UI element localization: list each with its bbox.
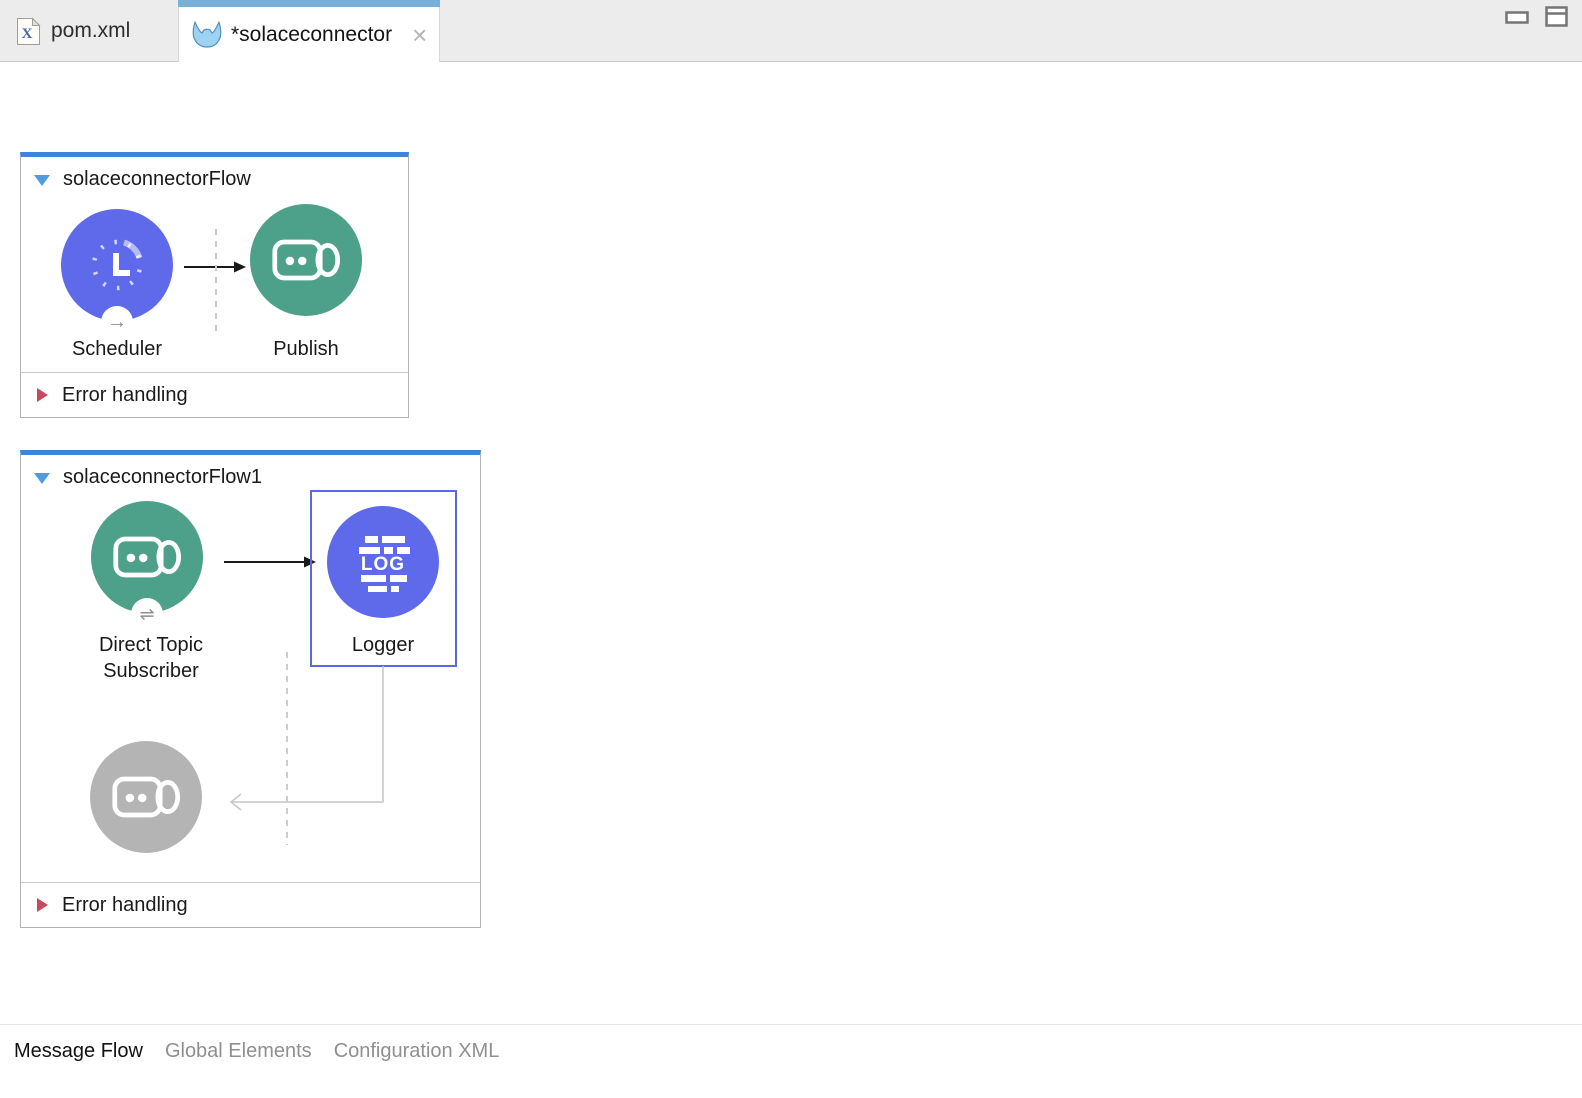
error-handling-row[interactable]: Error handling <box>21 372 408 417</box>
error-handling-label: Error handling <box>62 894 188 917</box>
node-label-scheduler: Scheduler <box>37 336 197 362</box>
source-badge: → <box>101 306 133 338</box>
active-tab-highlight <box>178 0 440 7</box>
flow-title: solaceconnectorFlow <box>63 168 251 191</box>
window-controls <box>1505 6 1568 27</box>
view-tabs-bar: Message Flow Global Elements Configurati… <box>0 1024 1582 1098</box>
flow-header: solaceconnectorFlow1 <box>21 455 480 489</box>
tab-message-flow[interactable]: Message Flow <box>14 1040 143 1098</box>
xml-file-icon: X <box>16 17 41 46</box>
anypoint-studio-editor: X pom.xml *solaceconnector × <box>0 0 1582 1098</box>
minimize-icon[interactable] <box>1505 11 1529 25</box>
tab-solaceconnector[interactable]: *solaceconnector × <box>178 0 440 63</box>
source-badge: ⇌ <box>131 598 163 630</box>
node-label-publish: Publish <box>226 336 386 362</box>
svg-text:X: X <box>22 26 33 42</box>
editor-tab-bar: X pom.xml *solaceconnector × <box>0 0 1582 62</box>
scheduler-clock-icon <box>87 235 147 295</box>
node-publish[interactable] <box>250 204 362 316</box>
svg-text:LOG: LOG <box>361 554 405 575</box>
collapse-flow-icon[interactable] <box>34 175 50 186</box>
tab-label: pom.xml <box>51 19 130 43</box>
node-direct-topic-subscriber[interactable] <box>91 501 203 613</box>
two-way-arrow-icon: ⇌ <box>139 604 154 625</box>
maximize-icon[interactable] <box>1545 6 1568 27</box>
node-label-logger: Logger <box>310 632 456 658</box>
close-tab-icon[interactable]: × <box>412 22 427 48</box>
solace-drum-icon <box>271 234 341 286</box>
flow-arrow <box>224 554 318 570</box>
tab-label: *solaceconnector <box>231 23 392 47</box>
dropzone-dashed-line <box>214 229 218 335</box>
log-icon: LOG <box>352 531 414 593</box>
node-ghost-connector[interactable] <box>90 741 202 853</box>
expand-error-handling-icon[interactable] <box>37 898 48 912</box>
solace-drum-icon <box>111 771 181 823</box>
expand-error-handling-icon[interactable] <box>37 388 48 402</box>
collapse-flow-icon[interactable] <box>34 473 50 484</box>
mule-icon <box>191 20 223 50</box>
error-handling-row[interactable]: Error handling <box>21 882 480 927</box>
tab-pom-xml[interactable]: X pom.xml <box>0 0 178 62</box>
flow-title: solaceconnectorFlow1 <box>63 466 262 489</box>
node-logger[interactable]: LOG <box>327 506 439 618</box>
one-way-arrow-icon: → <box>107 311 127 334</box>
return-connection-line <box>224 666 389 816</box>
solace-drum-icon <box>112 531 182 583</box>
error-handling-label: Error handling <box>62 384 188 407</box>
tab-global-elements[interactable]: Global Elements <box>165 1040 312 1098</box>
flow-header: solaceconnectorFlow <box>21 157 408 191</box>
node-scheduler[interactable] <box>61 209 173 321</box>
tab-configuration-xml[interactable]: Configuration XML <box>334 1040 500 1098</box>
node-label-direct-topic-subscriber: Direct Topic Subscriber <box>61 632 241 684</box>
